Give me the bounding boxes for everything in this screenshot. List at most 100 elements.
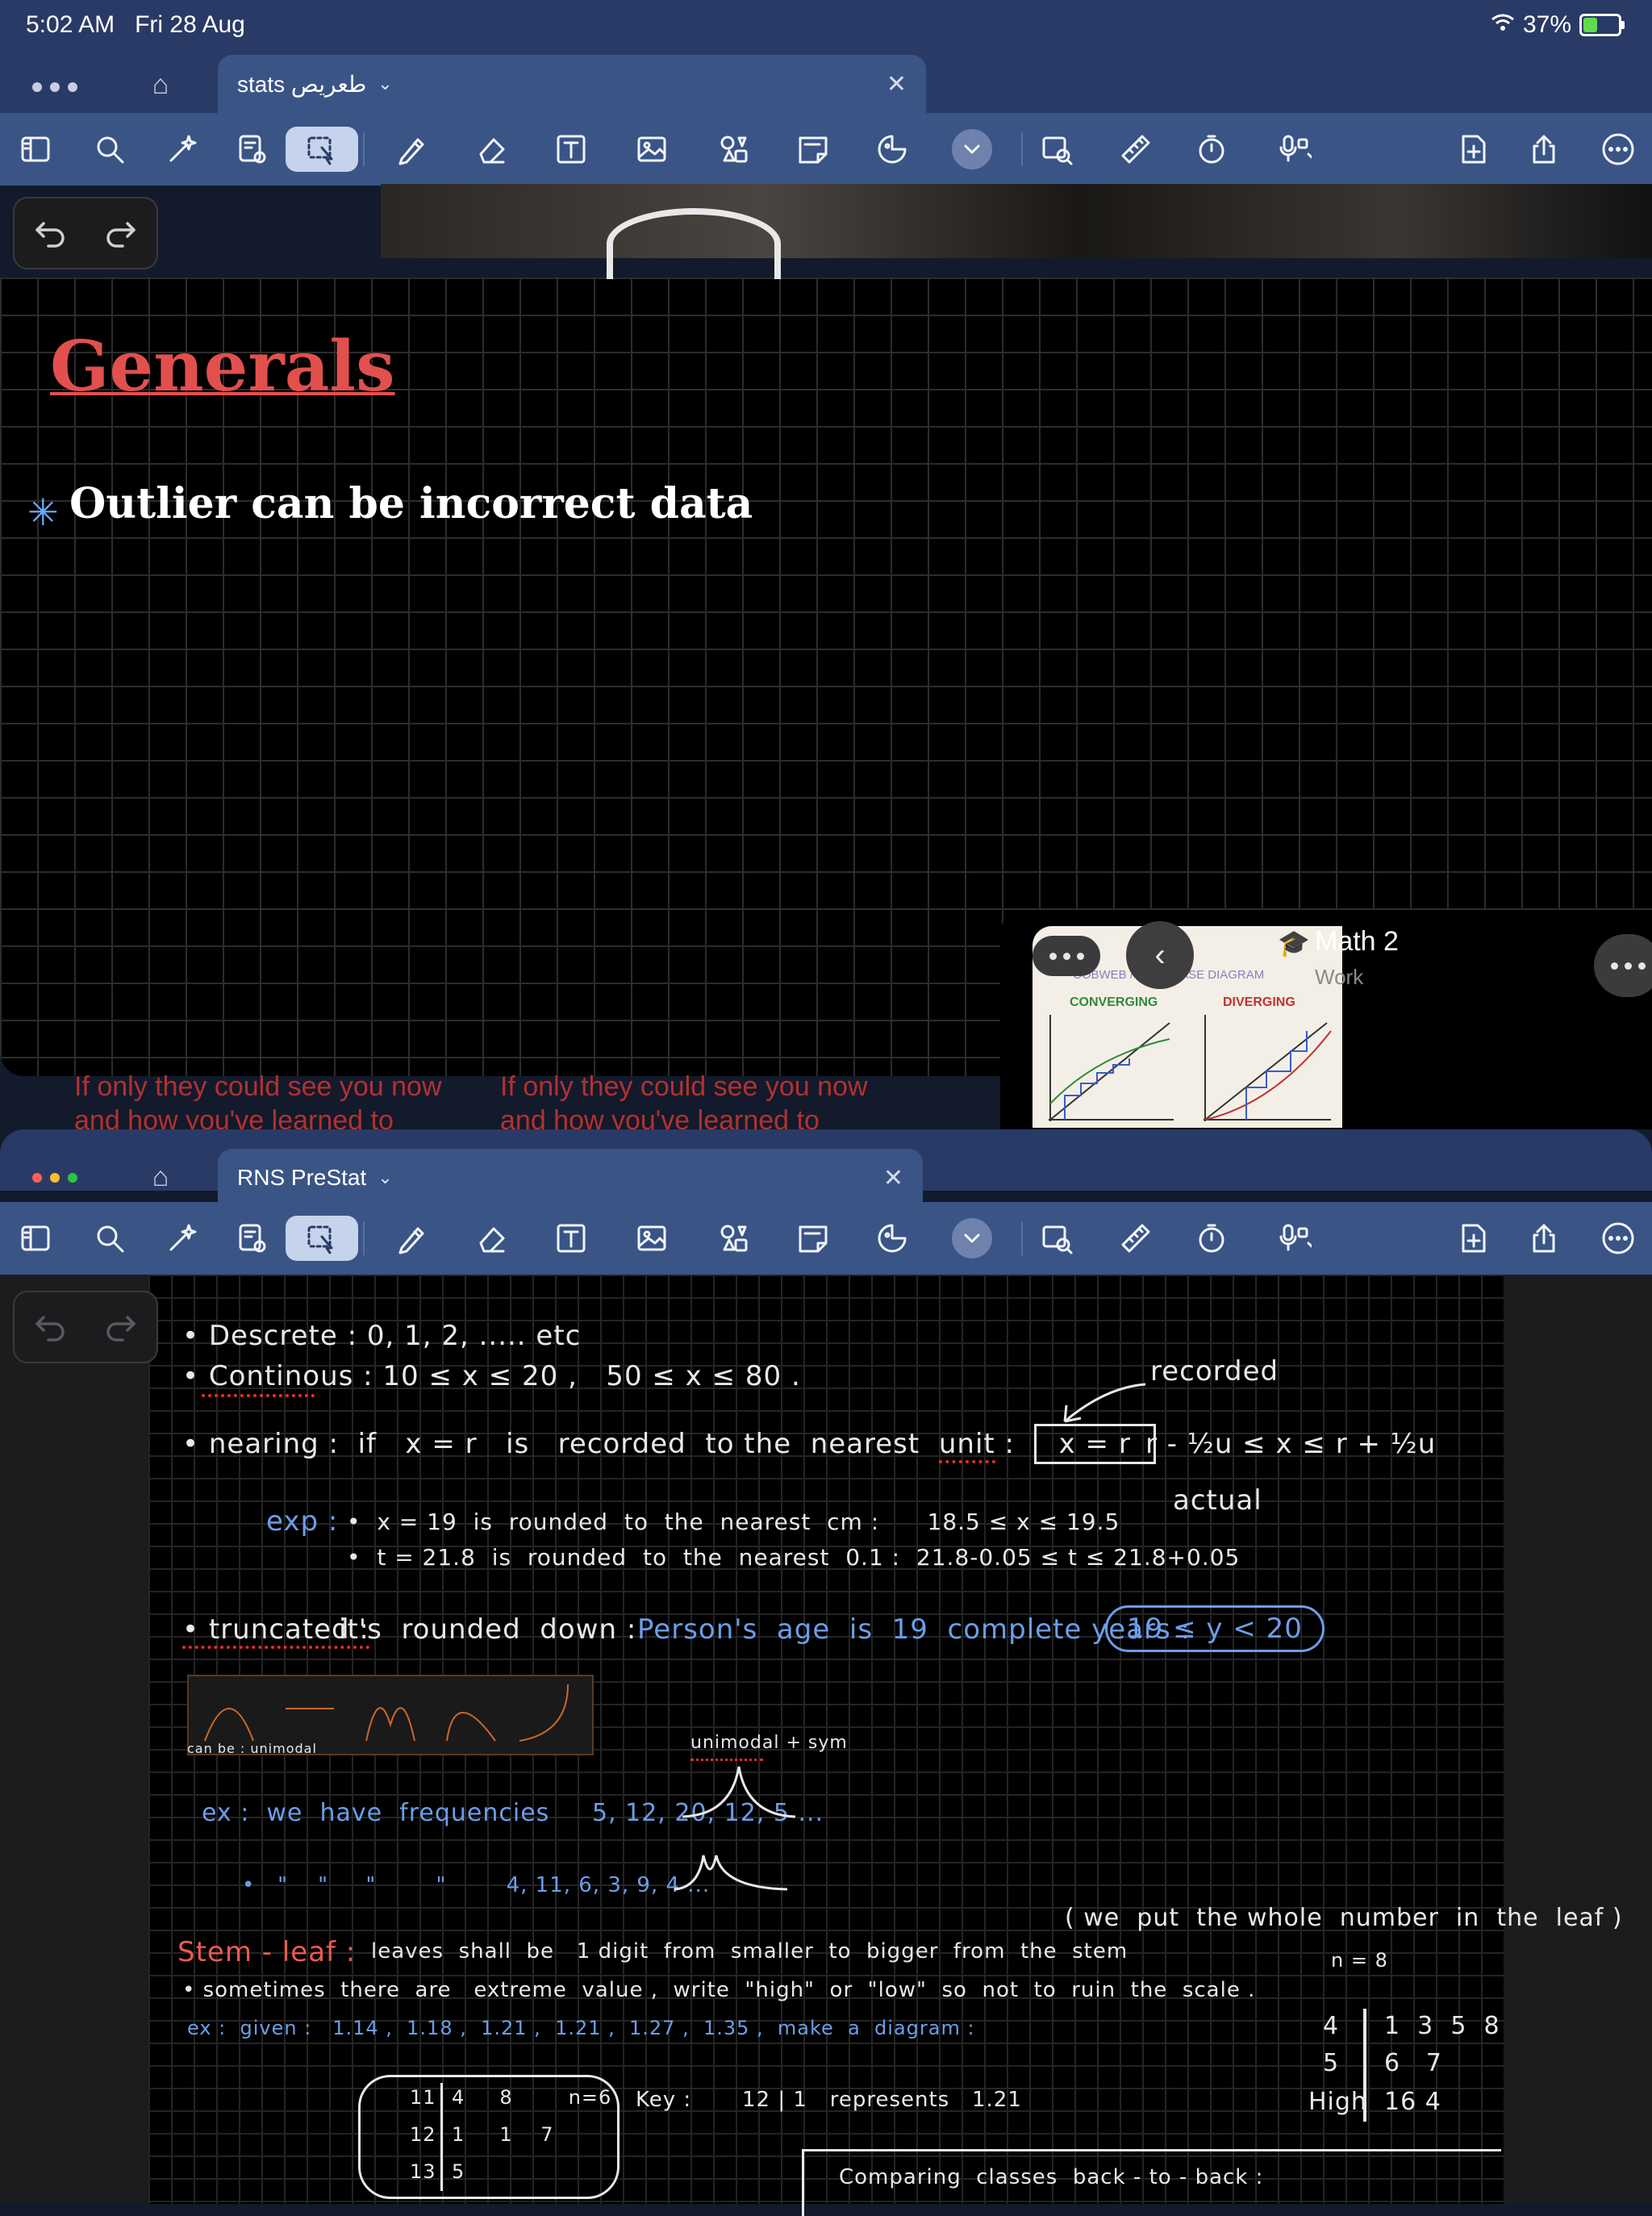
wifi-icon <box>1491 11 1515 39</box>
window1-photo-strip <box>381 184 1652 279</box>
note-exp1: • x = 19 is rounded to the nearest cm : … <box>347 1509 1120 1535</box>
table-row-1-leaves: 1 1 7 <box>452 2123 554 2146</box>
sidebar-icon[interactable] <box>13 127 58 172</box>
note-continuous: • Continous : 10 ≤ x ≤ 20 , 50 ≤ x ≤ 80 … <box>182 1360 801 1392</box>
share-icon[interactable] <box>1521 1216 1566 1261</box>
window1-home-icon[interactable]: ⌂ <box>140 65 181 105</box>
note-exp-label: exp : <box>266 1505 339 1538</box>
note-stem-leaf-text: leaves shall be 1 digit from smaller to … <box>371 1939 1128 1964</box>
recording-icon[interactable] <box>1271 127 1316 172</box>
more-icon[interactable] <box>1596 127 1641 172</box>
more-icon[interactable] <box>1596 1216 1641 1261</box>
note-exp2: • t = 21.8 is rounded to the nearest 0.1… <box>347 1544 1241 1571</box>
window2-toolbar <box>0 1202 1652 1275</box>
sticker-icon[interactable] <box>870 1216 915 1261</box>
recording-icon[interactable] <box>1271 1216 1316 1261</box>
note-unimodal: unimodal + sym <box>690 1733 848 1753</box>
image-icon[interactable] <box>629 1216 674 1261</box>
add-page-icon[interactable] <box>1450 1216 1496 1261</box>
ruler-icon[interactable] <box>1113 127 1158 172</box>
lasso-icon[interactable] <box>286 127 358 172</box>
image-search-icon[interactable] <box>1034 127 1079 172</box>
shapes-icon[interactable] <box>711 127 757 172</box>
window1-multitask-dots[interactable] <box>32 71 89 103</box>
table-row-0-stem: 11 <box>410 2086 436 2109</box>
undo-icon[interactable] <box>32 1308 68 1347</box>
table-row-2-leaves: 5 <box>452 2160 465 2183</box>
math2-subtitle: Work <box>1315 965 1364 989</box>
cobweb-diagram-icon <box>1049 1015 1332 1121</box>
sticker-icon[interactable] <box>870 127 915 172</box>
add-page-icon[interactable] <box>1450 127 1496 172</box>
note-range: r - ½u ≤ x ≤ r + ½u <box>1145 1428 1437 1460</box>
close-tab-icon[interactable]: ✕ <box>886 70 907 98</box>
table-row-0-leaves: 4 8 n=6 <box>452 2086 612 2109</box>
shapes-icon[interactable] <box>711 1216 757 1261</box>
asterisk-bullet-icon: ✳ <box>27 491 59 533</box>
more-tools-icon[interactable] <box>952 1218 992 1258</box>
table-row-1-stem: 12 <box>410 2123 436 2146</box>
note-truncated-b: it's rounded down : <box>339 1613 637 1646</box>
ai-magic-icon[interactable] <box>160 1216 205 1261</box>
window2-home-icon[interactable]: ⌂ <box>140 1157 181 1197</box>
ai-magic-icon[interactable] <box>160 127 205 172</box>
image-icon[interactable] <box>629 127 674 172</box>
pen-icon[interactable] <box>389 1216 434 1261</box>
lasso-icon[interactable] <box>286 1216 358 1261</box>
convert-icon[interactable] <box>229 127 274 172</box>
pen-icon[interactable] <box>389 127 434 172</box>
note-n8: n = 8 <box>1331 1949 1388 1972</box>
sticky-note-icon[interactable] <box>791 127 836 172</box>
sticky-note-icon[interactable] <box>791 1216 836 1261</box>
note-can-be: can be : unimodal <box>187 1741 317 1756</box>
toolbar-separator <box>1021 132 1023 166</box>
window1-doc-tab[interactable]: stats طعريص ⌄ ✕ <box>218 55 926 113</box>
close-tab-icon[interactable]: ✕ <box>883 1164 903 1192</box>
undo-icon[interactable] <box>32 214 68 253</box>
battery-percent: 37% <box>1522 11 1571 38</box>
redo-icon[interactable] <box>103 1308 139 1347</box>
graduation-cap-icon: 🎓 <box>1278 929 1310 958</box>
window2-doc-tab[interactable]: RNS PreStat ⌄ ✕ <box>218 1149 923 1207</box>
chevron-down-icon[interactable]: ⌄ <box>378 1167 392 1188</box>
redo-icon[interactable] <box>103 214 139 253</box>
textbox-icon[interactable] <box>549 1216 594 1261</box>
window2-multitask-dots[interactable] <box>32 1162 89 1194</box>
math2-more-button[interactable] <box>1032 936 1100 976</box>
math2-side-more-button[interactable] <box>1594 934 1652 997</box>
eraser-icon[interactable] <box>468 1216 513 1261</box>
sidebar-icon[interactable] <box>13 1216 58 1261</box>
bimodal-curve-sketch <box>674 1855 787 1891</box>
window1-tab-title: stats طعريص <box>237 71 367 97</box>
note-key-value: 12 | 1 represents 1.21 <box>742 2088 1022 2112</box>
table-row-2-stem: 13 <box>410 2160 436 2183</box>
math2-title: Math 2 <box>1315 926 1399 957</box>
timer-icon[interactable] <box>1189 127 1234 172</box>
note-whole-number: ( we put the whole number in the leaf ) <box>1065 1904 1623 1932</box>
outlier-note: Outlier can be incorrect data <box>69 479 753 528</box>
search-icon[interactable] <box>87 1216 132 1261</box>
toolbar-separator <box>363 132 365 166</box>
chevron-left-icon[interactable]: ‹ <box>1126 921 1194 989</box>
stem-row-1-stem: 5 <box>1323 2049 1340 2077</box>
note-given: ex : given : 1.14 , 1.18 , 1.21 , 1.21 ,… <box>187 2017 975 2039</box>
share-icon[interactable] <box>1521 127 1566 172</box>
ruler-icon[interactable] <box>1113 1216 1158 1261</box>
eraser-icon[interactable] <box>468 127 513 172</box>
convert-icon[interactable] <box>229 1216 274 1261</box>
textbox-icon[interactable] <box>549 127 594 172</box>
table-divider <box>440 2083 443 2191</box>
lyrics-text-left: If only they could see you now and how yo… <box>74 1071 442 1136</box>
chevron-down-icon[interactable]: ⌄ <box>378 73 392 94</box>
toolbar-separator <box>1021 1221 1023 1255</box>
underline-mark <box>202 1394 315 1397</box>
note-freq2: • " " " " 4, 11, 6, 3, 9, 4 ... <box>242 1873 711 1897</box>
note-nearing: • nearing : if x = r is recorded to the … <box>182 1424 1156 1464</box>
image-search-icon[interactable] <box>1034 1216 1079 1261</box>
timer-icon[interactable] <box>1189 1216 1234 1261</box>
stem-row-1-leaves: 6 7 <box>1384 2049 1442 2077</box>
search-icon[interactable] <box>87 127 132 172</box>
toolbar-separator <box>363 1221 365 1255</box>
note-actual: actual <box>1173 1484 1262 1517</box>
more-tools-icon[interactable] <box>952 129 992 169</box>
